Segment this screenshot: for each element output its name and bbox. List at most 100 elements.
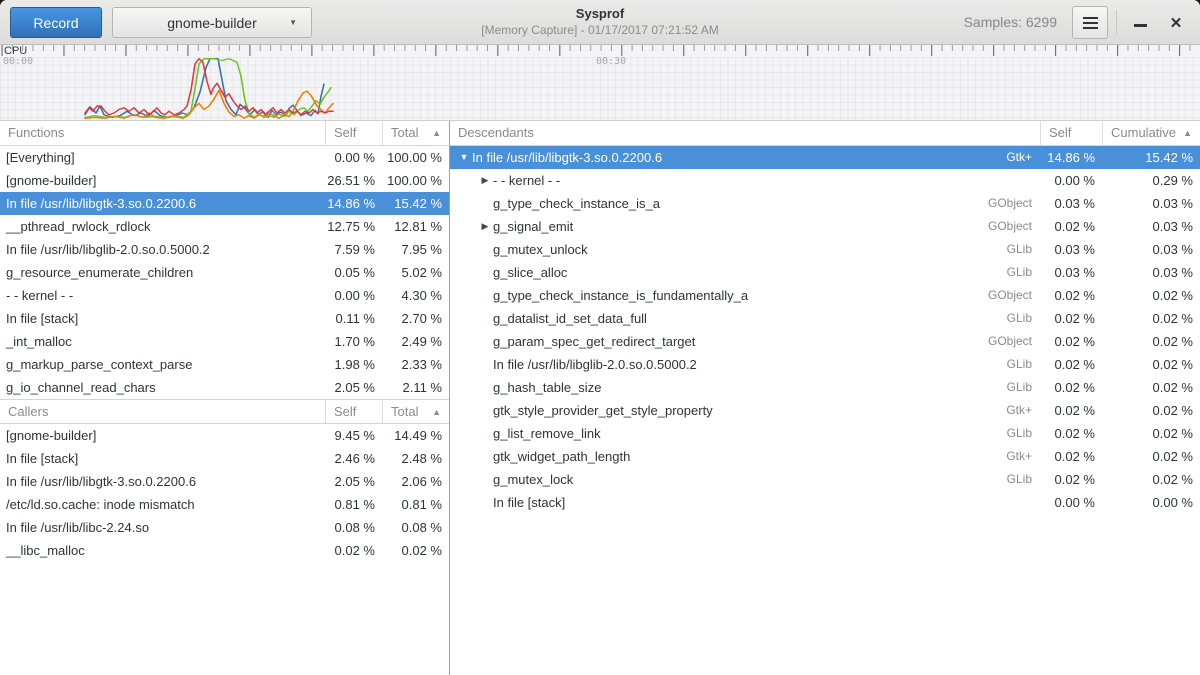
time-label-start: 00:00: [3, 56, 33, 67]
expander-expanded-icon[interactable]: ▼: [456, 146, 472, 169]
tree-row[interactable]: In file /usr/lib/libglib-2.0.so.0.5000.2…: [450, 353, 1200, 376]
table-row[interactable]: /etc/ld.so.cache: inode mismatch0.81 %0.…: [0, 493, 449, 516]
tree-row[interactable]: g_hash_table_sizeGLib0.02 %0.02 %: [450, 376, 1200, 399]
row-function-label: gtk_widget_path_length: [493, 445, 630, 468]
cpu-graph[interactable]: CPU 00:00 00:30: [0, 45, 1200, 121]
tree-row[interactable]: g_list_remove_linkGLib0.02 %0.02 %: [450, 422, 1200, 445]
tree-row[interactable]: g_slice_allocGLib0.03 %0.03 %: [450, 261, 1200, 284]
table-row[interactable]: In file /usr/lib/libc-2.24.so0.08 %0.08 …: [0, 516, 449, 539]
row-function-name: [gnome-builder]: [0, 169, 325, 192]
row-function-name: g_mutex_unlockGLib: [450, 238, 1040, 261]
expander-collapsed-icon[interactable]: ▶: [477, 169, 493, 192]
table-row[interactable]: In file /usr/lib/libgtk-3.so.0.2200.62.0…: [0, 470, 449, 493]
row-self-value: 0.02 %: [325, 539, 382, 562]
table-row[interactable]: - - kernel - -0.00 %4.30 %: [0, 284, 449, 307]
menu-button[interactable]: [1072, 6, 1108, 39]
self-column-header[interactable]: Self: [1040, 121, 1102, 145]
expander-spacer: [477, 307, 493, 330]
table-row[interactable]: [gnome-builder]26.51 %100.00 %: [0, 169, 449, 192]
row-cumulative-value: 0.02 %: [1102, 422, 1200, 445]
tree-row[interactable]: In file [stack]0.00 %0.00 %: [450, 491, 1200, 514]
row-self-value: 9.45 %: [325, 424, 382, 447]
row-function-name: g_datalist_id_set_data_fullGLib: [450, 307, 1040, 330]
row-function-name: g_slice_allocGLib: [450, 261, 1040, 284]
headerbar-separator: [1116, 10, 1117, 35]
row-function-name: [Everything]: [0, 146, 325, 169]
expander-spacer: [477, 376, 493, 399]
self-column-header[interactable]: Self: [325, 400, 382, 423]
row-self-value: 0.03 %: [1040, 238, 1102, 261]
row-function-label: g_slice_alloc: [493, 261, 567, 284]
row-cumulative-value: 15.42 %: [1102, 146, 1200, 169]
minimize-button[interactable]: [1124, 6, 1156, 39]
expander-spacer: [477, 445, 493, 468]
close-button[interactable]: ✕: [1160, 6, 1192, 39]
row-total-value: 100.00 %: [382, 169, 449, 192]
row-function-label: g_type_check_instance_is_a: [493, 192, 660, 215]
row-self-value: 0.02 %: [1040, 307, 1102, 330]
callers-column-header[interactable]: Callers: [0, 400, 325, 423]
row-cumulative-value: 0.02 %: [1102, 307, 1200, 330]
row-self-value: 0.81 %: [325, 493, 382, 516]
table-row[interactable]: In file [stack]0.11 %2.70 %: [0, 307, 449, 330]
tree-row[interactable]: gtk_widget_path_lengthGtk+0.02 %0.02 %: [450, 445, 1200, 468]
table-row[interactable]: g_resource_enumerate_children0.05 %5.02 …: [0, 261, 449, 284]
row-total-value: 15.42 %: [382, 192, 449, 215]
row-total-value: 2.70 %: [382, 307, 449, 330]
row-self-value: 0.05 %: [325, 261, 382, 284]
row-category-badge: GLib: [1007, 468, 1040, 491]
row-function-name: g_markup_parse_context_parse: [0, 353, 325, 376]
table-row[interactable]: _int_malloc1.70 %2.49 %: [0, 330, 449, 353]
tree-row[interactable]: g_mutex_unlockGLib0.03 %0.03 %: [450, 238, 1200, 261]
process-selector-dropdown[interactable]: gnome-builder ▼: [112, 7, 312, 38]
row-cumulative-value: 0.03 %: [1102, 238, 1200, 261]
row-function-name: gtk_style_provider_get_style_propertyGtk…: [450, 399, 1040, 422]
row-function-name: ▶- - kernel - -: [450, 169, 1040, 192]
tree-row[interactable]: g_datalist_id_set_data_fullGLib0.02 %0.0…: [450, 307, 1200, 330]
table-row[interactable]: __libc_malloc0.02 %0.02 %: [0, 539, 449, 562]
table-row[interactable]: In file /usr/lib/libglib-2.0.so.0.5000.2…: [0, 238, 449, 261]
self-column-header[interactable]: Self: [325, 121, 382, 145]
row-function-label: g_datalist_id_set_data_full: [493, 307, 647, 330]
callers-table-header: Callers Self Total ▲: [0, 399, 449, 424]
tree-row[interactable]: ▶- - kernel - -0.00 %0.29 %: [450, 169, 1200, 192]
row-function-name: In file [stack]: [0, 307, 325, 330]
table-row[interactable]: [gnome-builder]9.45 %14.49 %: [0, 424, 449, 447]
tree-row[interactable]: ▼In file /usr/lib/libgtk-3.so.0.2200.6Gt…: [450, 146, 1200, 169]
row-function-name: In file [stack]: [0, 447, 325, 470]
table-row[interactable]: [Everything]0.00 %100.00 %: [0, 146, 449, 169]
row-function-label: g_type_check_instance_is_fundamentally_a: [493, 284, 748, 307]
time-label-mid: 00:30: [596, 56, 626, 67]
row-function-name: __pthread_rwlock_rdlock: [0, 215, 325, 238]
tree-row[interactable]: ▶g_signal_emitGObject0.02 %0.03 %: [450, 215, 1200, 238]
table-row[interactable]: __pthread_rwlock_rdlock12.75 %12.81 %: [0, 215, 449, 238]
table-row[interactable]: g_markup_parse_context_parse1.98 %2.33 %: [0, 353, 449, 376]
table-row[interactable]: In file [stack]2.46 %2.48 %: [0, 447, 449, 470]
table-row[interactable]: In file /usr/lib/libgtk-3.so.0.2200.614.…: [0, 192, 449, 215]
total-column-header[interactable]: Total ▲: [382, 400, 449, 423]
row-cumulative-value: 0.03 %: [1102, 192, 1200, 215]
row-self-value: 0.00 %: [325, 284, 382, 307]
record-button[interactable]: Record: [10, 7, 102, 38]
row-self-value: 26.51 %: [325, 169, 382, 192]
row-cumulative-value: 0.02 %: [1102, 445, 1200, 468]
tree-row[interactable]: g_type_check_instance_is_fundamentally_a…: [450, 284, 1200, 307]
tree-row[interactable]: g_param_spec_get_redirect_targetGObject0…: [450, 330, 1200, 353]
row-function-name: g_resource_enumerate_children: [0, 261, 325, 284]
tree-row[interactable]: g_mutex_lockGLib0.02 %0.02 %: [450, 468, 1200, 491]
cumulative-column-header[interactable]: Cumulative ▲: [1102, 121, 1200, 145]
table-row[interactable]: g_io_channel_read_chars2.05 %2.11 %: [0, 376, 449, 399]
expander-collapsed-icon[interactable]: ▶: [477, 215, 493, 238]
descendants-column-header[interactable]: Descendants: [450, 121, 1040, 145]
row-cumulative-value: 0.02 %: [1102, 284, 1200, 307]
row-function-name: ▼In file /usr/lib/libgtk-3.so.0.2200.6Gt…: [450, 146, 1040, 169]
tree-row[interactable]: g_type_check_instance_is_aGObject0.03 %0…: [450, 192, 1200, 215]
total-column-header[interactable]: Total ▲: [382, 121, 449, 145]
descendants-table-header: Descendants Self Cumulative ▲: [450, 121, 1200, 146]
row-category-badge: GLib: [1007, 376, 1040, 399]
row-self-value: 0.02 %: [1040, 330, 1102, 353]
row-self-value: 2.05 %: [325, 376, 382, 399]
row-self-value: 0.02 %: [1040, 468, 1102, 491]
functions-column-header[interactable]: Functions: [0, 121, 325, 145]
tree-row[interactable]: gtk_style_provider_get_style_propertyGtk…: [450, 399, 1200, 422]
